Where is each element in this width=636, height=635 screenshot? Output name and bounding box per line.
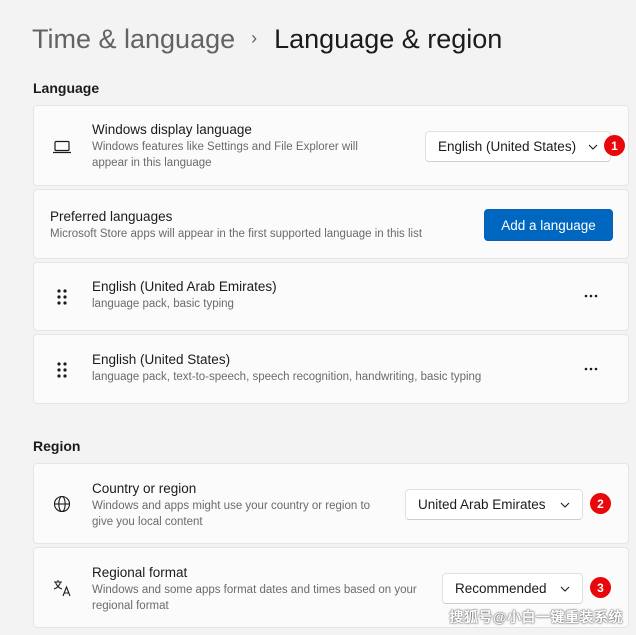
language-item-name: English (United States) [92,352,231,367]
language-item-text: English (United Arab Emirates) language … [92,279,552,312]
country-region-selected: United Arab Emirates [418,497,546,512]
country-region-description: Windows and apps might use your country … [92,500,371,528]
region-section-heading: Region [33,438,81,454]
more-icon [584,367,598,371]
language-item-features: language pack, basic typing [92,298,234,310]
chevron-down-icon [559,499,570,510]
page-title: Language & region [274,24,503,54]
more-icon [584,294,598,298]
breadcrumb: Time & language › Language & region [32,24,502,55]
globe-icon [51,493,73,515]
display-language-description: Windows features like Settings and File … [92,141,358,169]
annotation-marker-2: 2 [590,493,611,514]
regional-format-title: Regional format [92,565,188,580]
regional-format-description: Windows and some apps format dates and t… [92,584,417,612]
country-region-card: Country or region Windows and apps might… [33,463,629,544]
annotation-marker-3: 3 [590,577,611,598]
watermark: 搜狐号@小白一键重装系统 [449,609,623,625]
country-region-dropdown[interactable]: United Arab Emirates [405,489,583,520]
display-language-selected: English (United States) [438,139,577,154]
language-item[interactable]: English (United States) language pack, t… [33,334,629,404]
chevron-down-icon [587,141,598,152]
display-language-card: Windows display language Windows feature… [33,105,629,186]
laptop-icon [51,136,73,158]
preferred-languages-card: Preferred languages Microsoft Store apps… [33,189,629,259]
language-item-features: language pack, text-to-speech, speech re… [92,371,482,383]
regional-format-selected: Recommended [455,581,547,596]
more-options-button[interactable] [576,284,606,308]
more-options-button[interactable] [576,357,606,381]
language-item-name: English (United Arab Emirates) [92,279,277,294]
breadcrumb-separator-chevron: › [251,28,258,48]
drag-handle-icon[interactable] [51,286,73,308]
preferred-languages-description: Microsoft Store apps will appear in the … [50,228,423,240]
preferred-languages-title: Preferred languages [50,209,173,224]
add-language-button[interactable]: Add a language [484,209,613,241]
preferred-languages-text: Preferred languages Microsoft Store apps… [50,209,470,242]
breadcrumb-parent-link[interactable]: Time & language [32,24,235,55]
language-section-heading: Language [33,80,100,96]
regional-format-text: Regional format Windows and some apps fo… [92,565,432,614]
language-item-text: English (United States) language pack, t… [92,352,562,385]
display-language-title: Windows display language [92,122,252,137]
display-language-dropdown[interactable]: English (United States) [425,131,611,162]
country-region-text: Country or region Windows and apps might… [92,481,392,530]
display-language-text: Windows display language Windows feature… [92,122,392,171]
country-region-title: Country or region [92,481,197,496]
regional-format-icon [51,577,73,599]
annotation-marker-1: 1 [604,135,625,156]
chevron-down-icon [559,583,570,594]
drag-handle-icon[interactable] [51,359,73,381]
language-item[interactable]: English (United Arab Emirates) language … [33,262,629,331]
regional-format-dropdown[interactable]: Recommended [442,573,583,604]
